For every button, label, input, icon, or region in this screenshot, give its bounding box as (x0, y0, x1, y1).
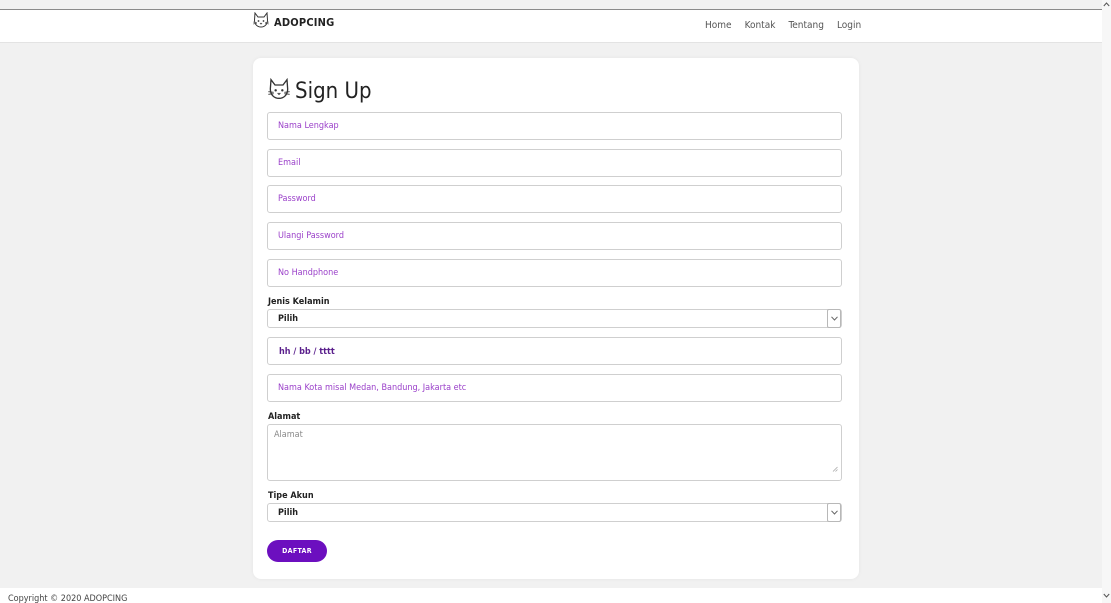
scrollbar[interactable] (1102, 0, 1111, 603)
page-title: Sign Up (295, 79, 372, 104)
cat-logo-icon (252, 11, 270, 33)
jenis-kelamin-select[interactable]: Pilih (267, 309, 842, 328)
nav-link-home[interactable]: Home (705, 20, 732, 31)
kota-input[interactable] (268, 375, 841, 401)
scroll-down-icon[interactable] (1102, 593, 1111, 602)
form-title: Sign Up (267, 77, 372, 105)
email-input[interactable] (268, 150, 841, 176)
daftar-button[interactable]: DAFTAR (267, 540, 327, 562)
nama-lengkap-input[interactable] (268, 113, 841, 139)
chevron-down-icon (827, 503, 841, 522)
ulangi-password-input[interactable] (268, 223, 841, 249)
brand-name: ADOPCING (274, 16, 335, 29)
ulangi-password-field (267, 222, 842, 250)
email-field (267, 149, 842, 177)
handphone-field (267, 259, 842, 287)
cat-logo-icon (267, 77, 291, 105)
alamat-label: Alamat (268, 412, 301, 422)
alamat-textarea[interactable]: Alamat (267, 424, 842, 481)
copyright-text: Copyright © 2020 ADOPCING (8, 594, 128, 603)
nav-link-kontak[interactable]: Kontak (745, 20, 776, 31)
jenis-kelamin-value: Pilih (278, 314, 299, 324)
nama-lengkap-field (267, 112, 842, 140)
tanggal-lahir-field[interactable]: hh / bb / tttt (267, 337, 842, 365)
tipe-akun-select[interactable]: Pilih (267, 503, 842, 522)
password-field (267, 185, 842, 213)
nav-link-tentang[interactable]: Tentang (788, 20, 824, 31)
nav-links: Home Kontak Tentang Login (705, 20, 861, 31)
handphone-input[interactable] (268, 260, 841, 286)
password-input[interactable] (268, 186, 841, 212)
tipe-akun-label: Tipe Akun (268, 491, 314, 501)
signup-card: Sign Up Jenis Kelamin Pilih hh / bb / tt… (253, 58, 859, 579)
alamat-placeholder: Alamat (274, 430, 303, 440)
brand[interactable]: ADOPCING (252, 11, 335, 33)
chevron-down-icon (827, 309, 841, 328)
tipe-akun-value: Pilih (278, 508, 299, 518)
scroll-up-icon[interactable] (1102, 2, 1111, 11)
nav-link-login[interactable]: Login (837, 20, 861, 31)
resize-handle-icon[interactable] (832, 459, 838, 477)
footer: Copyright © 2020 ADOPCING (0, 588, 1102, 603)
kota-field (267, 374, 842, 402)
tanggal-lahir-value: hh / bb / tttt (279, 347, 335, 357)
daftar-button-label: DAFTAR (282, 547, 312, 555)
jenis-kelamin-label: Jenis Kelamin (268, 297, 330, 307)
navbar: ADOPCING Home Kontak Tentang Login (0, 10, 1102, 43)
